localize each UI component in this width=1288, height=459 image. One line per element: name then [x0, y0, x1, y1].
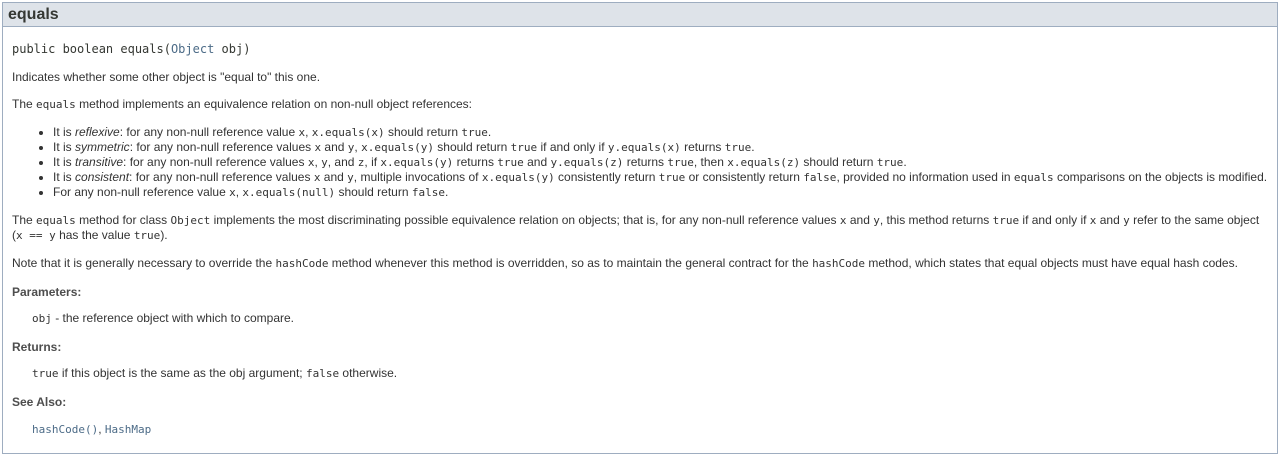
method-content: public boolean equals(Object obj) Indica…: [3, 42, 1277, 437]
hashmap-link[interactable]: HashMap: [105, 423, 151, 436]
hashcode-note-paragraph: Note that it is generally necessary to o…: [12, 256, 1238, 270]
see-also-label: See Also:: [12, 395, 67, 409]
signature-suffix: obj): [214, 42, 251, 56]
returns-description: true if this object is the same as the o…: [32, 366, 398, 380]
object-type-link[interactable]: Object: [171, 42, 214, 56]
list-item-reflexive: It is reflexive: for any non-null refere…: [53, 125, 1271, 140]
intro-paragraph: Indicates whether some other object is "…: [12, 70, 321, 84]
list-item-symmetric: It is symmetric: for any non-null refere…: [53, 140, 1271, 155]
parameter-name: obj: [32, 312, 52, 325]
parameters-label: Parameters:: [12, 285, 82, 299]
properties-list: It is reflexive: for any non-null refere…: [12, 125, 1271, 200]
signature-prefix: public boolean equals(: [12, 42, 171, 56]
list-item-transitive: It is transitive: for any non-null refer…: [53, 155, 1271, 170]
hashcode-link[interactable]: hashCode(): [32, 423, 98, 436]
method-detail-block: equals public boolean equals(Object obj)…: [2, 2, 1278, 454]
parameter-obj: obj - the reference object with which to…: [32, 311, 294, 325]
equivalence-paragraph: The equals method implements an equivale…: [12, 97, 472, 111]
method-name-header: equals: [3, 3, 1277, 27]
list-item-consistent: It is consistent: for any non-null refer…: [53, 170, 1271, 185]
list-item-non-null: For any non-null reference value x, x.eq…: [53, 185, 1271, 200]
see-also-links: hashCode(), HashMap: [32, 422, 152, 436]
returns-label: Returns:: [12, 340, 62, 354]
object-equals-paragraph: The equals method for class Object imple…: [12, 213, 1260, 242]
method-signature: public boolean equals(Object obj): [12, 42, 1271, 56]
